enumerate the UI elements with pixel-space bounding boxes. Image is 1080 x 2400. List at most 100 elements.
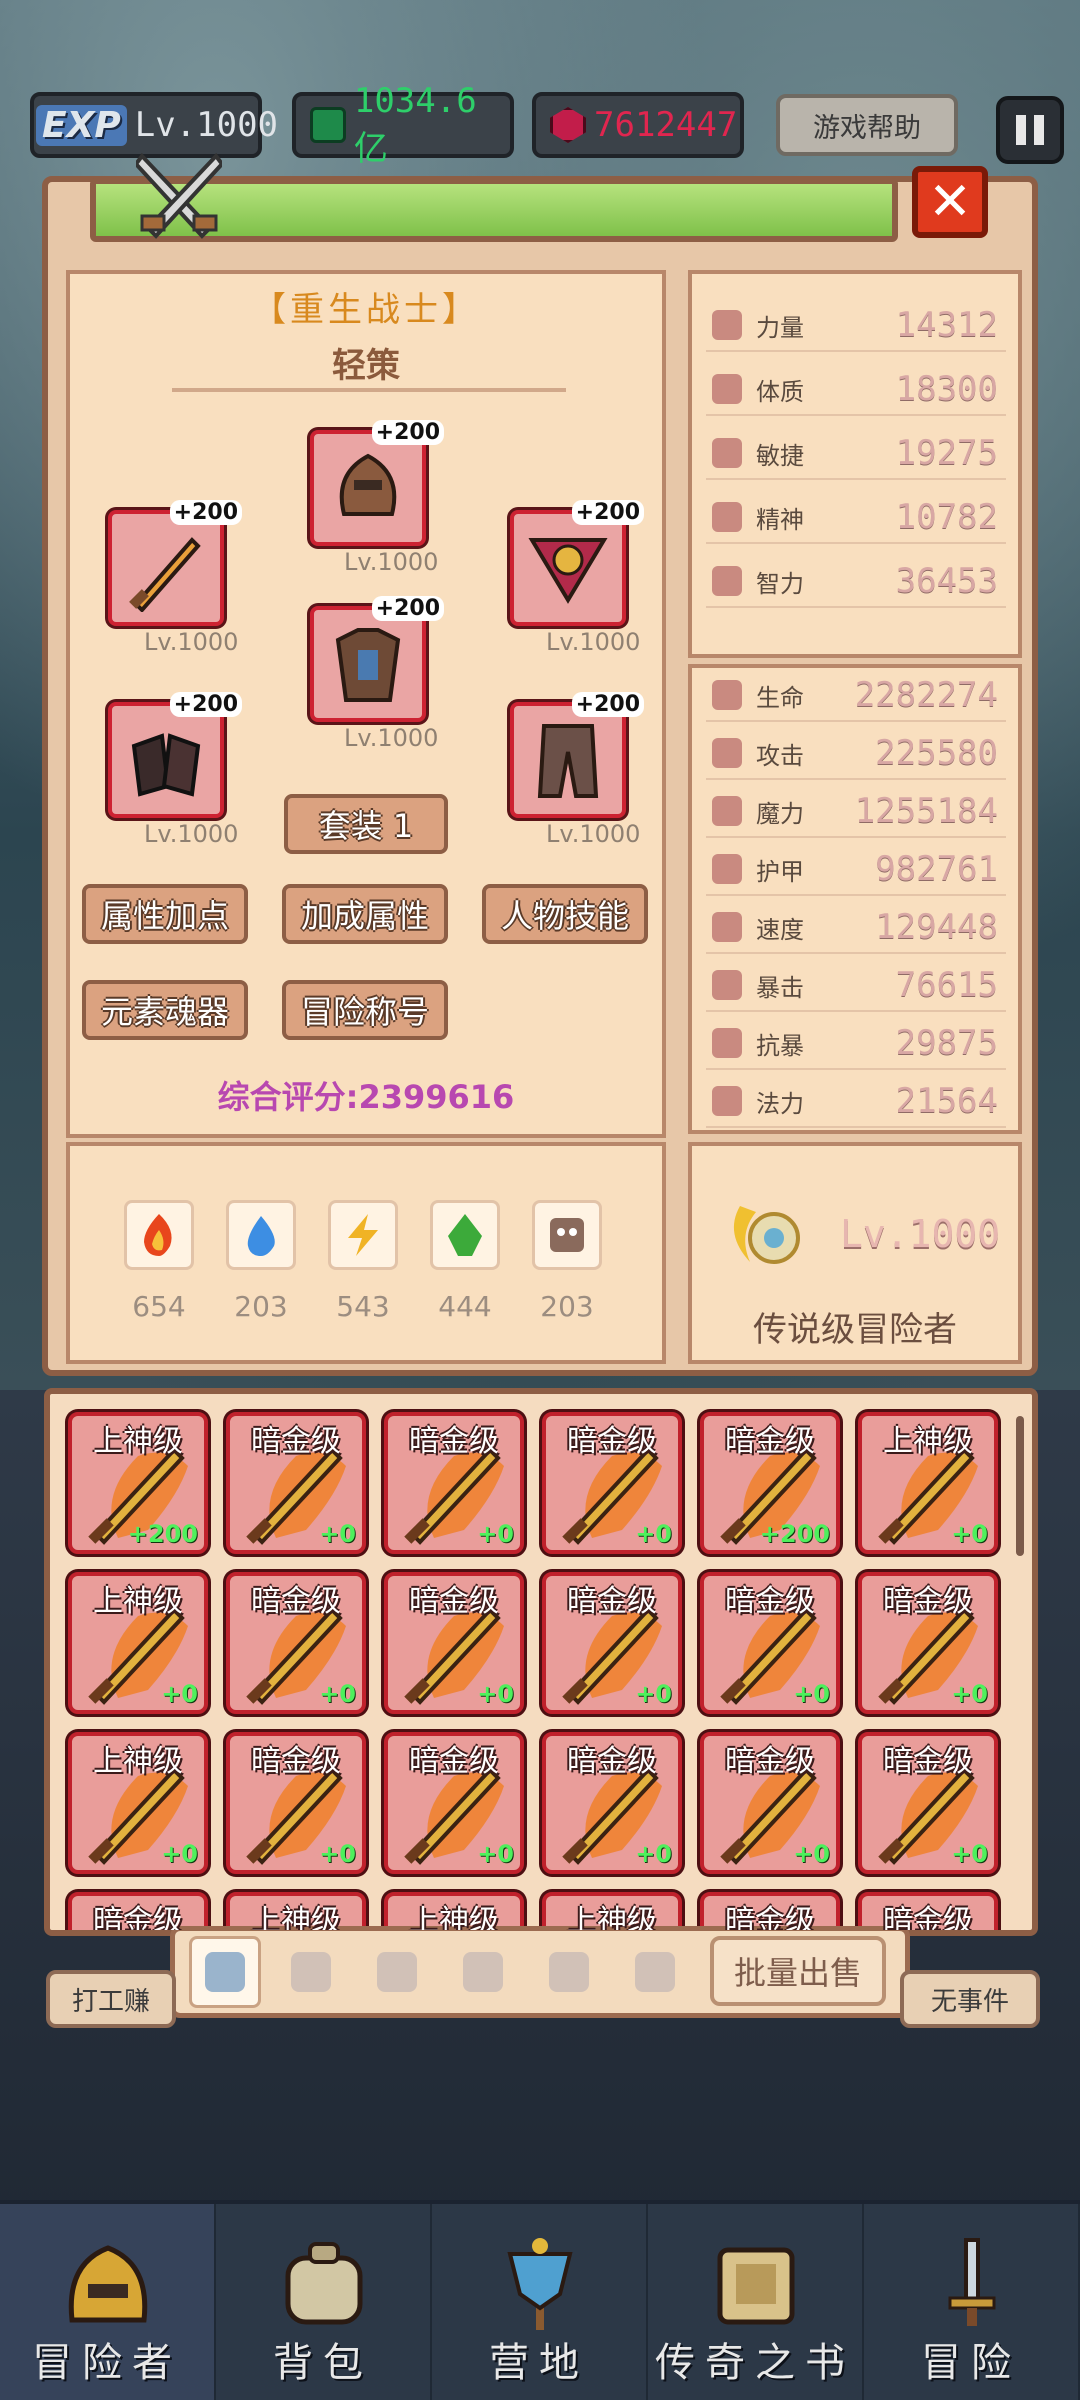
inventory-item[interactable]: 暗金级 [700,1892,840,1930]
inventory-item[interactable]: 暗金级 +0 [384,1572,524,1714]
inventory-item[interactable]: 暗金级 +0 [700,1572,840,1714]
inventory-scrollbar[interactable] [1016,1416,1024,1556]
nav-adventurer[interactable]: 冒险者 [0,2204,216,2400]
inventory-grid: 上神级 +200 暗金级 +0 暗金级 +0 暗金级 +0 暗金级 +200 上神级 +0 上神级 +0 暗… [68,1412,998,1930]
gem-currency[interactable]: 1034.6亿 [292,81,514,169]
inventory-item[interactable]: 暗金级 +0 [384,1412,524,1554]
enhance-level: +200 [371,420,444,445]
inventory-item[interactable]: 暗金级 [858,1892,998,1930]
fire-element[interactable] [124,1200,194,1270]
equip-slot-weapon[interactable]: +200 [108,500,242,626]
equip-slot-gloves[interactable]: +200 [108,692,242,818]
character-skills-button[interactable]: 人物技能 [482,884,648,944]
element-soul-button[interactable]: 元素魂器 [82,980,248,1040]
ruby-currency[interactable]: 7612447 [532,92,744,158]
nav-backpack[interactable]: 背包 [216,2204,432,2400]
shield-icon [712,854,742,884]
item-enhance: +0 [951,1680,988,1708]
pause-button[interactable] [996,96,1064,164]
inventory-item[interactable]: 上神级 +0 [68,1732,208,1874]
inventory-item[interactable]: 暗金级 +0 [858,1572,998,1714]
inventory-item[interactable]: 暗金级 +200 [700,1412,840,1554]
stat-mana: 法力 21564 [706,1076,1006,1128]
item-enhance: +0 [635,1840,672,1868]
character-name: 轻策 [332,346,400,386]
inventory-item[interactable]: 暗金级 +0 [542,1572,682,1714]
emerald-icon [310,107,346,143]
tab-helmet[interactable] [361,1936,433,2008]
slot-level: Lv.1000 [546,820,641,848]
tab-weapon[interactable] [189,1936,261,2008]
lightning-value: 543 [336,1290,390,1323]
equip-slot-amulet[interactable]: +200 [510,500,644,626]
side-event-button[interactable]: 无事件 [900,1970,1040,2028]
item-enhance: +0 [319,1840,356,1868]
inventory-item[interactable]: 暗金级 +0 [542,1412,682,1554]
nav-legend-book[interactable]: 传奇之书 [648,2204,864,2400]
inventory-item[interactable]: 上神级 +0 [68,1572,208,1714]
equip-slot-armor[interactable]: +200 [310,596,444,722]
boot-icon [712,912,742,942]
lightning-element[interactable] [328,1200,398,1270]
stat-crit-resist: 抗暴 29875 [706,1018,1006,1070]
item-enhance: +0 [477,1520,514,1548]
item-enhance: +0 [635,1680,672,1708]
game-help-button[interactable]: 游戏帮助 [776,94,958,156]
item-enhance: +0 [951,1840,988,1868]
item-grade: 暗金级 [725,1584,815,1619]
inventory-item[interactable]: 暗金级 +0 [384,1732,524,1874]
enhance-level: +200 [571,500,644,525]
attribute-points-button[interactable]: 属性加点 [82,884,248,944]
crit-resist-icon [712,1028,742,1058]
dark-element[interactable] [532,1200,602,1270]
adventure-title-button[interactable]: 冒险称号 [282,980,448,1040]
inventory-item[interactable]: 暗金级 +0 [858,1732,998,1874]
helmet-icon [68,2245,148,2323]
inventory-item[interactable]: 上神级 +200 [68,1412,208,1554]
fire-value: 654 [132,1290,186,1323]
inventory-item[interactable]: 暗金级 +0 [226,1412,366,1554]
stat-armor: 护甲 982761 [706,844,1006,896]
tab-gear[interactable] [533,1936,605,2008]
inventory-item[interactable]: 上神级 [226,1892,366,1930]
nav-adventure[interactable]: 冒险 [864,2204,1080,2400]
side-work-button[interactable]: 打工赚 [46,1970,176,2028]
close-button[interactable]: ✕ [912,166,988,238]
inventory-item[interactable]: 暗金级 +0 [226,1572,366,1714]
crossed-swords-icon [136,152,222,239]
tab-armor[interactable] [275,1936,347,2008]
item-grade: 上神级 [93,1584,183,1619]
bonus-attributes-button[interactable]: 加成属性 [282,884,448,944]
tab-ring[interactable] [619,1936,691,2008]
inventory-item[interactable]: 上神级 [542,1892,682,1930]
equip-slot-pants[interactable]: +200 [510,692,644,818]
bottom-nav: 冒险者 背包 营地 传奇之书 冒险 [0,2200,1080,2400]
inventory-item[interactable]: 上神级 [384,1892,524,1930]
item-enhance: +0 [477,1680,514,1708]
inventory-item[interactable]: 暗金级 [68,1892,208,1930]
item-enhance: +0 [793,1840,830,1868]
player-level-display: EXP Lv.1000 [30,92,278,158]
water-element[interactable] [226,1200,296,1270]
helmet-icon [339,453,397,516]
rank-title: 传说级冒险者 [753,1310,957,1350]
stat-agility: 敏捷 19275 [706,428,1006,480]
tab-accessory[interactable] [447,1936,519,2008]
gloves-icon [131,733,201,797]
inventory-item[interactable]: 暗金级 +0 [542,1732,682,1874]
inventory-item[interactable]: 上神级 +0 [858,1412,998,1554]
nav-camp[interactable]: 营地 [432,2204,648,2400]
slot-level: Lv.1000 [546,628,641,656]
inventory-item[interactable]: 暗金级 +0 [700,1732,840,1874]
inventory-item[interactable]: 暗金级 +0 [226,1732,366,1874]
equip-slot-helmet[interactable]: +200 [310,420,444,546]
set-select-button[interactable]: 套装 1 [284,794,448,854]
armor-icon [335,628,401,702]
item-grade: 暗金级 [251,1424,341,1459]
earth-element[interactable] [430,1200,500,1270]
player-level: Lv.1000 [134,105,279,145]
stat-strength: 力量 14312 [706,300,1006,352]
gear-tab-icon [549,1952,589,1992]
bulk-sell-button[interactable]: 批量出售 [710,1936,886,2006]
stat-spirit: 精神 10782 [706,492,1006,544]
